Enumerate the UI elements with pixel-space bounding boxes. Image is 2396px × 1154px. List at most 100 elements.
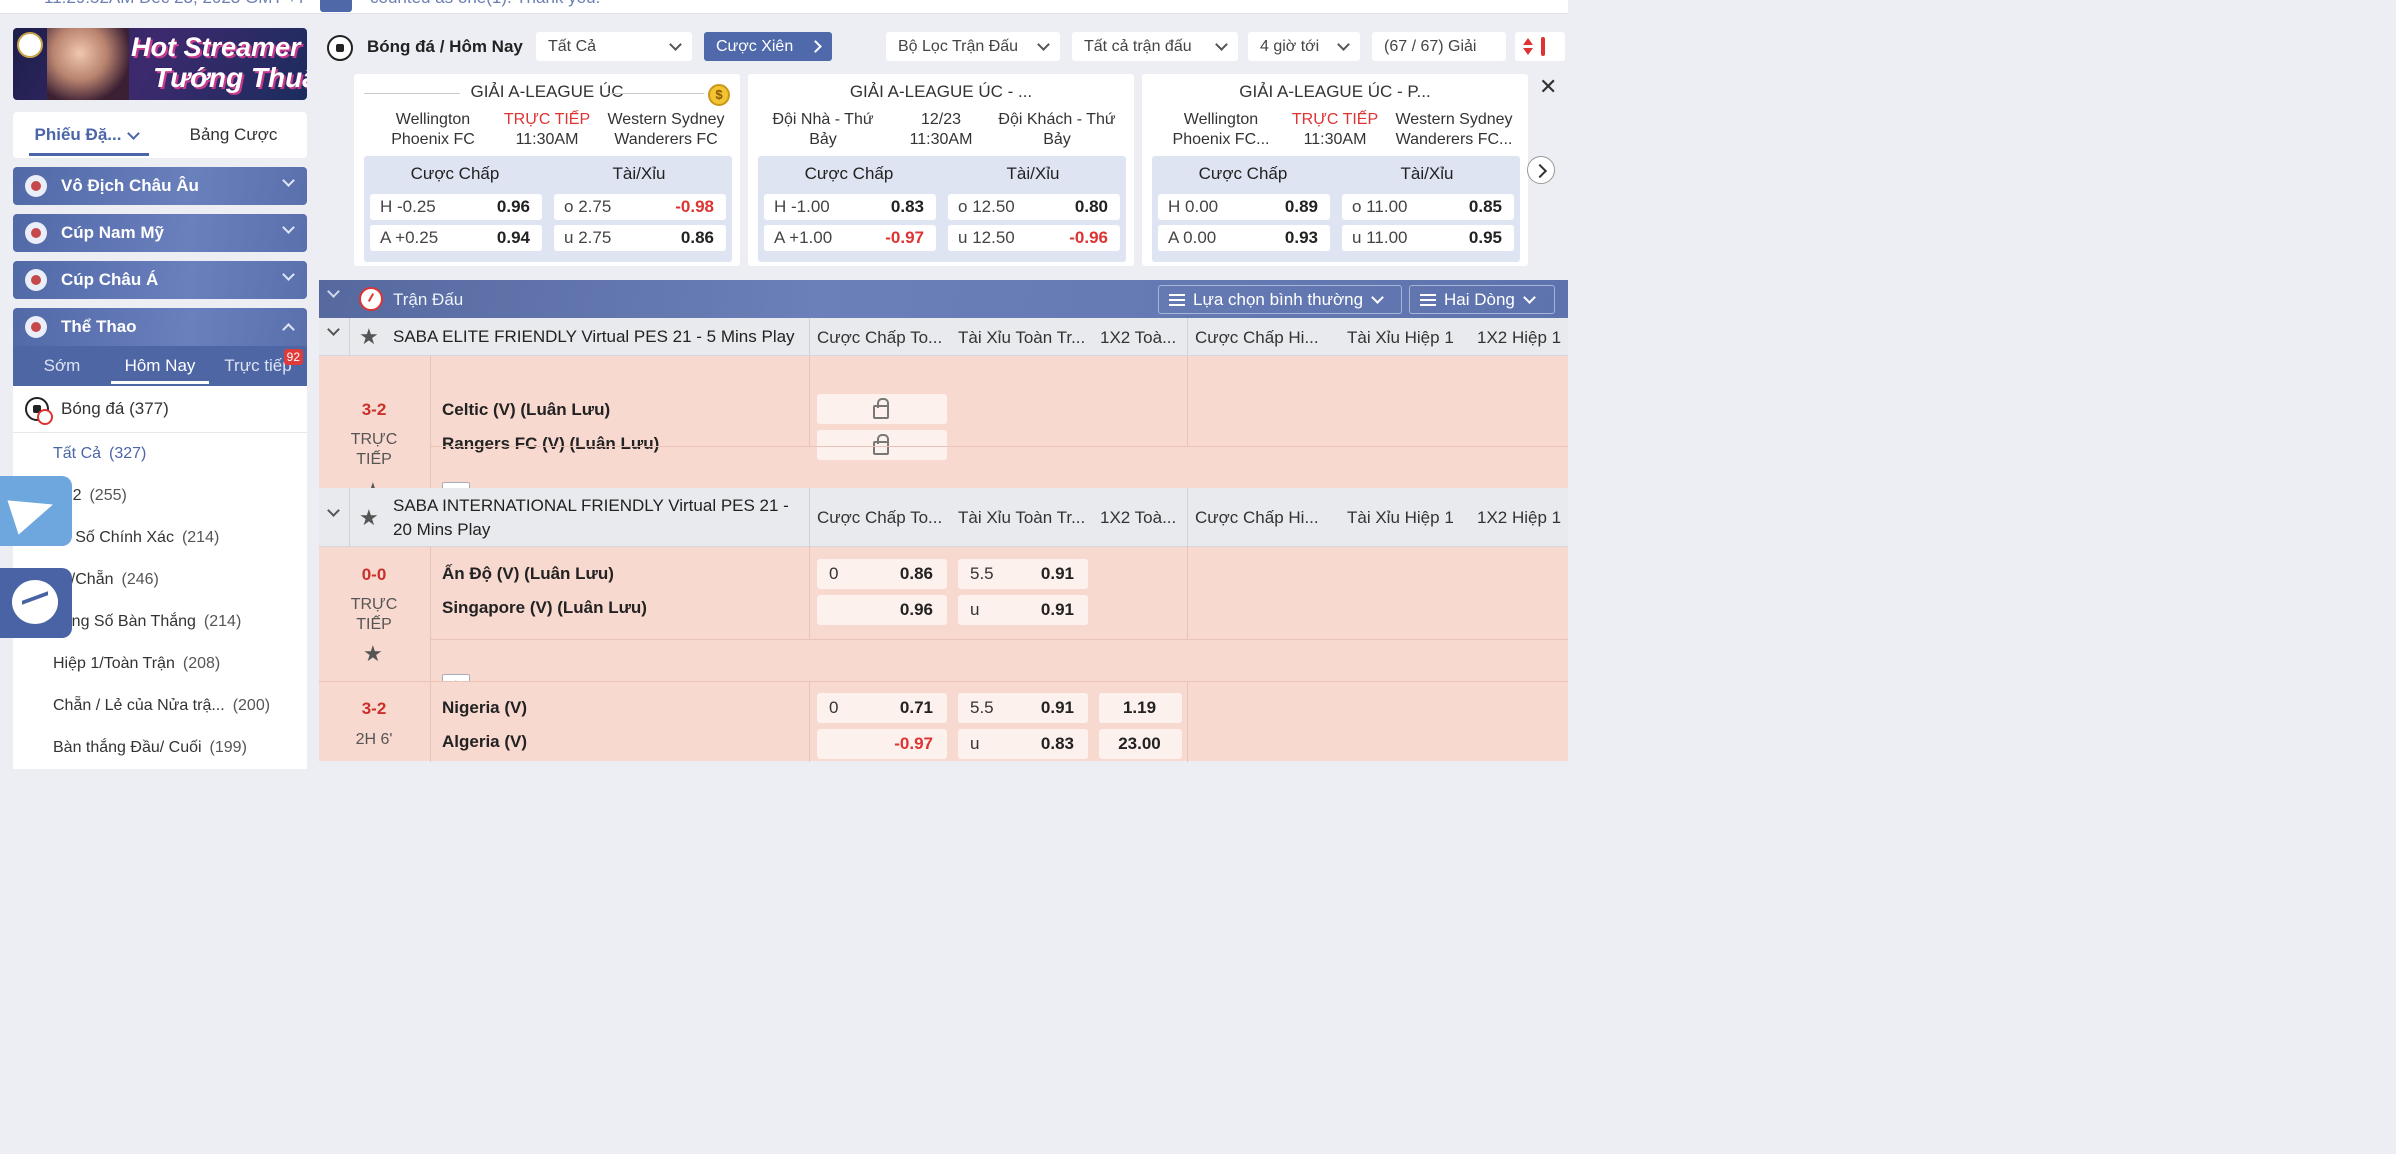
handicap-header: Cược Chấp <box>804 164 894 183</box>
odds-button[interactable]: H -0.25 0.96 <box>370 194 542 220</box>
featured-match-card[interactable]: GIẢI A-LEAGUE ÚC - ... Đội Nhà - Thứ Bảy… <box>748 74 1134 266</box>
tab-bet-list-label: Bảng Cược <box>189 125 278 144</box>
clock-text: 11:29:52AM Dec 23, 2023 GMT +7 <box>44 0 307 8</box>
odds-button[interactable]: H -1.00 0.83 <box>764 194 936 220</box>
odds-value: 0.86 <box>680 228 714 247</box>
sports-icon <box>25 316 47 338</box>
divider <box>809 356 810 446</box>
match-filter-label: Bộ Lọc Trận Đấu <box>898 37 1019 55</box>
category-copa-america[interactable]: Cúp Nam Mỹ <box>13 214 307 252</box>
odds-button[interactable]: o 11.00 0.85 <box>1342 194 1514 220</box>
kickoff-time: 11:30AM <box>1303 131 1367 148</box>
odds-button[interactable]: A 0.00 0.93 <box>1158 225 1330 251</box>
star-icon[interactable]: ★ <box>359 324 379 350</box>
featured-match-card[interactable]: GIẢI A-LEAGUE ÚC - P... Wellington Phoen… <box>1142 74 1528 266</box>
tab-bet-slip-label: Phiếu Đặ... <box>34 125 122 144</box>
away-team[interactable]: Singapore (V) (Luân Lưu) <box>442 598 647 618</box>
col-header: Tài Xỉu Hiệp 1 <box>1347 328 1454 347</box>
hot-streamer-banner[interactable]: Hot Streamer Tướng Thuật <box>13 28 307 100</box>
chevron-down-icon[interactable] <box>327 285 340 298</box>
odds-button[interactable]: 1.19 <box>1099 693 1182 723</box>
home-team[interactable]: Celtic (V) (Luân Lưu) <box>442 400 610 420</box>
odds-button[interactable]: 23.00 <box>1099 729 1182 759</box>
featured-match-card[interactable]: GIẢI A-LEAGUE ÚC $ Wellington Phoenix FC… <box>354 74 740 266</box>
away-team[interactable]: Algeria (V) <box>442 732 527 752</box>
soccer-ball-icon <box>327 35 353 61</box>
home-team[interactable]: Nigeria (V) <box>442 698 527 718</box>
away-team[interactable]: Rangers FC (V) (Luân Lưu) <box>442 434 659 454</box>
bet-type-count: (327) <box>109 445 147 462</box>
bet-type-label: Bàn thắng Đầu/ Cuối <box>53 739 202 756</box>
messenger-button[interactable] <box>0 568 72 638</box>
match-filter-dropdown[interactable]: Bộ Lọc Trận Đấu <box>886 32 1060 61</box>
chevron-down-icon[interactable] <box>327 323 340 336</box>
tab-today[interactable]: Hôm Nay <box>111 346 209 386</box>
market-dropdown[interactable]: Tất Cả <box>536 32 692 61</box>
home-team: Wellington Phoenix FC <box>391 111 475 148</box>
odds-button[interactable]: 5.5 0.91 <box>958 559 1088 589</box>
divider <box>430 639 1568 640</box>
odds-button[interactable]: 0 0.86 <box>817 559 947 589</box>
all-matches-dropdown[interactable]: Tất cả trận đấu <box>1072 32 1238 61</box>
parlay-label: Cược Xiên <box>716 37 794 55</box>
all-matches-label: Tất cả trận đấu <box>1084 37 1192 55</box>
layout-dropdown[interactable]: Hai Dòng <box>1409 285 1555 314</box>
telegram-icon <box>7 487 59 535</box>
live-count-badge: 92 <box>283 349 303 365</box>
bet-type-half-odd-even[interactable]: Chẵn / Lẻ của Nửa trậ... (200) <box>13 685 307 727</box>
home-team[interactable]: Ấn Độ (V) (Luân Lưu) <box>442 564 614 584</box>
asia-cup-icon <box>25 269 47 291</box>
banner-line1: Hot Streamer <box>131 32 301 62</box>
search-button[interactable] <box>320 0 352 12</box>
odds-button[interactable]: u 12.50 -0.96 <box>948 225 1120 251</box>
tab-bet-list[interactable]: Bảng Cược <box>160 112 307 158</box>
odds-value: 0.83 <box>1040 734 1074 753</box>
tab-bet-slip[interactable]: Phiếu Đặ... <box>13 112 160 158</box>
category-asian-cup[interactable]: Cúp Châu Á <box>13 261 307 299</box>
chevron-down-icon[interactable] <box>327 504 340 517</box>
sport-item-football[interactable]: Bóng đá (377) <box>13 386 307 433</box>
bet-type-ht-ft[interactable]: Hiệp 1/Toàn Trận (208) <box>13 643 307 685</box>
star-icon[interactable]: ★ <box>359 505 379 531</box>
odds-button[interactable]: A +0.25 0.94 <box>370 225 542 251</box>
odds-button[interactable]: u 11.00 0.95 <box>1342 225 1514 251</box>
odds-button[interactable]: 0 0.71 <box>817 693 947 723</box>
odds-button[interactable]: -0.97 <box>817 729 947 759</box>
close-icon[interactable]: ✕ <box>1539 74 1557 100</box>
odds-button[interactable]: 5.5 0.91 <box>958 693 1088 723</box>
odds-button[interactable]: o 12.50 0.80 <box>948 194 1120 220</box>
divider <box>430 446 1568 447</box>
odds-button[interactable]: u 2.75 0.86 <box>554 225 726 251</box>
bet-type-count: (199) <box>209 739 247 756</box>
selection-dropdown[interactable]: Lựa chọn bình thường <box>1158 285 1402 314</box>
tab-early[interactable]: Sớm <box>13 346 111 386</box>
odds-button[interactable]: A +1.00 -0.97 <box>764 225 936 251</box>
bet-type-all[interactable]: Tất Cả (327) <box>13 433 307 475</box>
league-select-button[interactable]: (67 / 67) Giải <box>1372 32 1506 61</box>
parlay-button[interactable]: Cược Xiên <box>704 32 832 61</box>
time-dropdown[interactable]: 4 giờ tới <box>1248 32 1360 61</box>
copa-trophy-icon <box>25 222 47 244</box>
match-list-header: Trận Đấu Lựa chọn bình thường Hai Dòng <box>319 280 1568 318</box>
category-label: Vô Địch Châu Âu <box>61 176 199 195</box>
bet-type-label: Chẵn / Lẻ của Nửa trậ... <box>53 697 225 714</box>
category-sports[interactable]: Thể Thao <box>13 308 307 346</box>
list-icon <box>1420 293 1436 306</box>
match-date: 12/23 <box>920 111 962 128</box>
odds-button[interactable]: H 0.00 0.89 <box>1158 194 1330 220</box>
league-header[interactable]: ★ SABA INTERNATIONAL FRIENDLY Virtual PE… <box>319 488 1568 547</box>
odds-button[interactable]: o 2.75 -0.98 <box>554 194 726 220</box>
sort-button[interactable] <box>1515 32 1565 61</box>
telegram-button[interactable] <box>0 476 72 546</box>
bet-type-first-last-goal[interactable]: Bàn thắng Đầu/ Cuối (199) <box>13 727 307 769</box>
odds-button[interactable]: 0.96 <box>817 595 947 625</box>
card-league: GIẢI A-LEAGUE ÚC - P... <box>1239 82 1431 101</box>
league-header[interactable]: ★ SABA ELITE FRIENDLY Virtual PES 21 - 5… <box>319 318 1568 356</box>
category-euro[interactable]: Vô Địch Châu Âu <box>13 167 307 205</box>
star-icon[interactable]: ★ <box>363 641 383 667</box>
chevron-down-icon <box>127 126 141 140</box>
chevron-right-icon[interactable] <box>1527 156 1555 184</box>
odds-button[interactable]: u 0.83 <box>958 729 1088 759</box>
bet-type-label: Hiệp 1/Toàn Trận <box>53 655 175 672</box>
odds-button[interactable]: u 0.91 <box>958 595 1088 625</box>
